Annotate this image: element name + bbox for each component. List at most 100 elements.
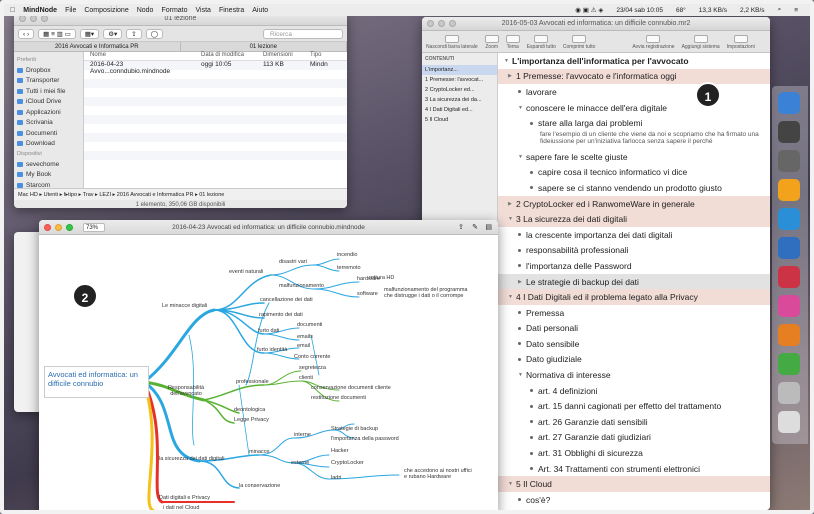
sidebar-item-applications[interactable]: Applicazioni xyxy=(17,107,80,118)
mindmap-node[interactable]: Le minacce digitali xyxy=(162,303,207,309)
menu-composizione[interactable]: Composizione xyxy=(84,7,128,14)
clock[interactable]: 23/04 sab 10:05 xyxy=(616,7,663,14)
record-button[interactable]: Avvia registrazione xyxy=(632,35,675,50)
outline-row[interactable]: Dato giudiziale xyxy=(498,352,770,368)
dock-maps-icon[interactable] xyxy=(778,353,800,375)
disclosure-triangle-icon[interactable]: ▼ xyxy=(508,216,516,222)
contents-item[interactable]: 2 CryptoLocker ed... xyxy=(422,85,497,95)
mindmap-node[interactable]: documenti xyxy=(297,322,322,328)
outline-row[interactable]: ▼ L'importanza dell'informatica per l'avv… xyxy=(498,53,770,69)
temperature[interactable]: 68° xyxy=(676,7,686,14)
outline-row[interactable]: Dati personali xyxy=(498,321,770,337)
outline-row[interactable]: come funziona? xyxy=(498,508,770,510)
outline-row[interactable]: fare l'esempio di un cliente che viene d… xyxy=(498,131,770,149)
sidebar-item-downloads[interactable]: Download xyxy=(17,139,80,150)
outline-row[interactable]: stare alla larga dai problemi xyxy=(498,115,770,131)
mindmap-node[interactable]: segretezza xyxy=(299,365,326,371)
sidebar-item-documents[interactable]: Documenti xyxy=(17,128,80,139)
dock-app-icon[interactable] xyxy=(778,179,800,201)
contents-item[interactable]: 5 Il Cloud xyxy=(422,115,497,125)
contents-item[interactable]: 4 I Dati Digitali ed... xyxy=(422,105,497,115)
mindmap-node[interactable]: rottura HD xyxy=(369,275,394,281)
outline-row[interactable]: art. 4 definizioni xyxy=(498,383,770,399)
dock-app-icon[interactable] xyxy=(778,208,800,230)
mindmap-node[interactable]: conservazione documenti cliente xyxy=(311,385,391,391)
mindmap-node[interactable]: ladri xyxy=(331,475,341,481)
window-controls[interactable] xyxy=(19,15,48,22)
outline-row[interactable]: capire cosa il tecnico informatico vi di… xyxy=(498,165,770,181)
mindmap-node[interactable]: Legge Privacy xyxy=(234,417,269,423)
outline-row[interactable]: art. 31 Obblighi di sicurezza xyxy=(498,445,770,461)
contents-item[interactable]: L'importanz... xyxy=(422,65,497,75)
mindmap-node[interactable]: furto dati xyxy=(258,328,279,334)
menu-finestra[interactable]: Finestra xyxy=(219,7,244,14)
disclosure-triangle-icon[interactable]: ▼ xyxy=(518,372,526,378)
mindmap-node[interactable]: i dati nel Cloud xyxy=(163,505,199,510)
file-name[interactable]: 2016-04-23 Avvo...conndubio.mindnode xyxy=(84,61,201,75)
add-button[interactable]: Aggiungi sistema xyxy=(682,35,720,50)
theme-button[interactable]: Tema xyxy=(505,35,520,50)
sidebar-device-sevechome[interactable]: sevechome xyxy=(17,159,80,170)
dock-system-preferences-icon[interactable] xyxy=(778,150,800,172)
mindmap-canvas[interactable]: Avvocati ed informatica: un difficile co… xyxy=(39,235,498,510)
menu-vista[interactable]: Vista xyxy=(196,7,211,14)
mindmap-node[interactable]: deontologica xyxy=(234,407,265,413)
arrange-button[interactable]: ▦▾ xyxy=(79,28,100,39)
sidebar-item-dropbox[interactable]: Dropbox xyxy=(17,65,80,76)
disclosure-triangle-icon[interactable]: ▼ xyxy=(504,58,512,64)
mindmap-node[interactable]: rapimento dei dati xyxy=(259,312,303,318)
dock-itunes-icon[interactable] xyxy=(778,295,800,317)
window-controls[interactable] xyxy=(427,20,456,27)
menu-formato[interactable]: Formato xyxy=(161,7,187,14)
mindmap-node[interactable]: Responsabilità dell'avvocato xyxy=(161,385,211,397)
mindmap-node[interactable]: l'importanza della password xyxy=(331,436,399,442)
edit-icon[interactable]: ✎ xyxy=(472,223,478,231)
tab-project[interactable]: 2016 Avvocati e Informatica PR xyxy=(14,42,181,51)
sidebar-device-mybook[interactable]: My Book xyxy=(17,170,80,181)
search-field[interactable]: Ricerca xyxy=(263,28,343,39)
mindmap-node[interactable]: malfunzionamento del programma che distr… xyxy=(384,287,474,299)
outline-section-row[interactable]: ▼ 5 Il Cloud xyxy=(498,476,770,493)
dock-document-icon[interactable] xyxy=(778,382,800,404)
mindmap-node[interactable]: eventi naturali xyxy=(229,269,263,275)
search-icon[interactable]: ⌕ xyxy=(778,6,782,14)
col-name[interactable]: Nome xyxy=(84,52,201,60)
mindmap-node[interactable]: minacce xyxy=(249,449,269,455)
mindmap-node[interactable]: professionale xyxy=(236,379,269,385)
file-row[interactable]: 2016-04-23 Avvo...conndubio.mindnode ogg… xyxy=(84,61,347,75)
mindmap-node[interactable]: Strategie di backup xyxy=(331,426,378,432)
menu-nodo[interactable]: Nodo xyxy=(137,7,154,14)
disclosure-triangle-icon[interactable]: ▶ xyxy=(508,73,516,79)
mindmap-node[interactable]: incendio xyxy=(337,252,358,258)
mindmap-node[interactable]: clienti xyxy=(299,375,313,381)
menu-list-icon[interactable]: ≡ xyxy=(794,7,798,14)
mindmap-node[interactable]: CryptoLocker xyxy=(331,460,364,466)
dock-app-icon[interactable] xyxy=(778,324,800,346)
mindmap-node[interactable]: esterne xyxy=(291,460,309,466)
mindmap-node[interactable]: malfunzionamento xyxy=(279,283,324,289)
share-icon[interactable]: ⇪ xyxy=(458,223,464,231)
mindmap-node[interactable]: la sicurezza dei dati digitali xyxy=(159,456,224,462)
outline-row[interactable]: l'importanza delle Password xyxy=(498,258,770,274)
sidebar-item-desktop[interactable]: Scrivania xyxy=(17,118,80,129)
toggle-sidebar-button[interactable]: Nascondi barra laterale xyxy=(426,35,478,50)
dock-globe-icon[interactable] xyxy=(778,237,800,259)
mindmap-node[interactable]: disastri vari xyxy=(279,259,307,265)
outline-row[interactable]: art. 27 Garanzie dati giudiziari xyxy=(498,430,770,446)
root-node[interactable]: Avvocati ed informatica: un difficile co… xyxy=(44,366,149,398)
mindmap-node[interactable]: Hacker xyxy=(331,448,348,454)
mindmap-node[interactable]: Conto corrente xyxy=(294,354,330,360)
mindmap-node[interactable]: interne xyxy=(294,432,311,438)
tag-button[interactable]: ◯ xyxy=(145,28,164,39)
outline-row[interactable]: responsabilità professionali xyxy=(498,243,770,259)
menu-file[interactable]: File xyxy=(65,7,76,14)
mindmap-node[interactable]: email xyxy=(297,343,310,349)
outline-section-row[interactable]: ▶ 2 CryptoLocker ed i RanwomeWare in gene… xyxy=(498,195,770,212)
collapse-all-button[interactable]: Comprimi tutto xyxy=(563,35,595,50)
outline-section-row[interactable]: ▶ 1 Premesse: l'avvocato e l'informatica … xyxy=(498,68,770,85)
layout-icon[interactable]: ▤ xyxy=(485,223,492,231)
mindmap-node[interactable]: emails xyxy=(297,334,313,340)
outline-row[interactable]: Art. 34 Trattamenti con strumenti elettr… xyxy=(498,461,770,477)
disclosure-triangle-icon[interactable]: ▼ xyxy=(508,481,516,487)
outline-row[interactable]: Dato sensibile xyxy=(498,336,770,352)
